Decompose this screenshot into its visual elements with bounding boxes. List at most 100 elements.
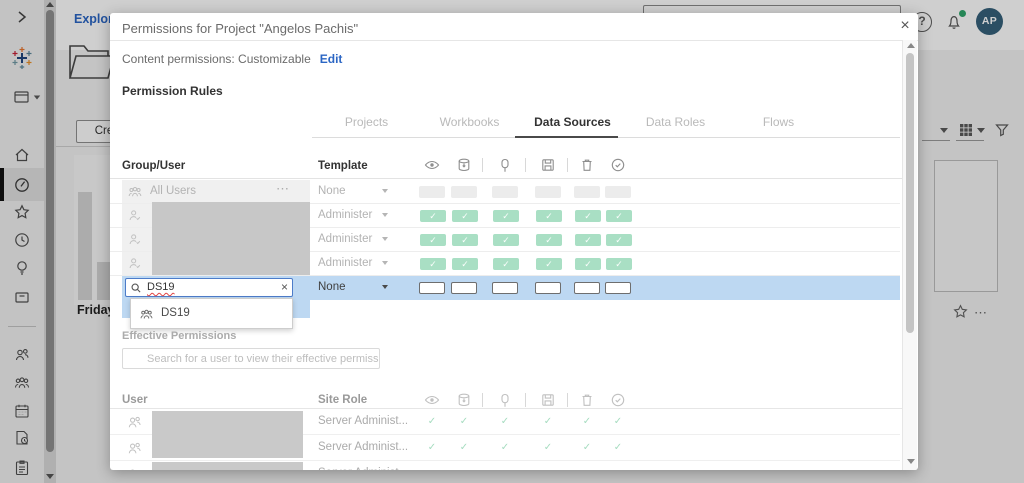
connect-db-icon bbox=[456, 157, 472, 173]
capability-box-allowed[interactable] bbox=[420, 234, 446, 246]
connect-db-icon bbox=[456, 392, 472, 408]
permission-tabs: Projects Workbooks Data Sources Data Rol… bbox=[315, 113, 830, 137]
edit-link[interactable]: Edit bbox=[320, 52, 343, 66]
site-role-value: Server Administ... bbox=[318, 467, 408, 470]
users-icon bbox=[126, 440, 143, 457]
search-input-value: DS19 bbox=[147, 281, 175, 293]
web-edit-icon bbox=[497, 157, 513, 173]
save-icon bbox=[540, 157, 556, 173]
allowed-check-icon bbox=[540, 442, 556, 453]
template-select[interactable]: None bbox=[318, 185, 346, 197]
group-icon bbox=[127, 184, 143, 200]
dropdown-item-ds19[interactable]: DS19 bbox=[161, 307, 190, 319]
allowed-check-icon bbox=[456, 442, 472, 453]
capability-box-allowed[interactable] bbox=[536, 210, 562, 222]
capability-box-allowed[interactable] bbox=[420, 258, 446, 270]
content-permissions-text: Content permissions: Customizable bbox=[122, 52, 311, 66]
users-icon bbox=[126, 414, 143, 431]
dialog-title: Permissions for Project "Angelos Pachis" bbox=[122, 21, 358, 36]
capability-box-allowed[interactable] bbox=[575, 210, 601, 222]
template-select[interactable]: Administer bbox=[318, 209, 372, 221]
capability-box-allowed[interactable] bbox=[452, 258, 478, 270]
capability-box-allowed[interactable] bbox=[606, 258, 632, 270]
capability-box[interactable] bbox=[492, 186, 518, 198]
allowed-check-icon bbox=[497, 416, 513, 427]
capability-box[interactable] bbox=[605, 186, 631, 198]
capability-box[interactable] bbox=[535, 186, 561, 198]
tab-projects[interactable]: Projects bbox=[315, 113, 418, 137]
search-icon bbox=[130, 282, 142, 294]
capability-box-unset[interactable] bbox=[605, 282, 631, 294]
group-name: All Users bbox=[150, 185, 196, 197]
template-select[interactable]: Administer bbox=[318, 233, 372, 245]
capability-box-allowed[interactable] bbox=[536, 234, 562, 246]
allowed-check-icon bbox=[579, 416, 595, 427]
clear-search-icon[interactable]: × bbox=[281, 280, 288, 294]
template-caret-icon[interactable] bbox=[382, 237, 388, 241]
capability-box-allowed[interactable] bbox=[493, 258, 519, 270]
capability-separator bbox=[482, 393, 483, 407]
permission-rules-heading: Permission Rules bbox=[122, 84, 223, 98]
set-permissions-icon bbox=[610, 392, 626, 408]
web-edit-icon bbox=[497, 392, 513, 408]
capability-separator bbox=[567, 393, 568, 407]
capability-box[interactable] bbox=[419, 186, 445, 198]
capability-box-allowed[interactable] bbox=[575, 258, 601, 270]
capability-box-allowed[interactable] bbox=[452, 234, 478, 246]
template-caret-icon[interactable] bbox=[382, 285, 388, 289]
capability-box-allowed[interactable] bbox=[606, 210, 632, 222]
capability-box-allowed[interactable] bbox=[452, 210, 478, 222]
user-check-icon bbox=[127, 232, 143, 248]
redacted-names-block bbox=[152, 202, 310, 275]
close-icon[interactable]: × bbox=[896, 17, 914, 35]
allowed-check-icon bbox=[497, 442, 513, 453]
capability-box-unset[interactable] bbox=[574, 282, 600, 294]
tab-data-sources[interactable]: Data Sources bbox=[521, 113, 624, 137]
template-caret-icon[interactable] bbox=[382, 261, 388, 265]
capability-box-unset[interactable] bbox=[451, 282, 477, 294]
user-check-icon bbox=[127, 208, 143, 224]
capability-box[interactable] bbox=[451, 186, 477, 198]
capability-box-allowed[interactable] bbox=[536, 258, 562, 270]
group-user-search-input[interactable]: DS19 × bbox=[125, 278, 293, 297]
effective-permissions-heading: Effective Permissions bbox=[122, 330, 236, 342]
users-icon bbox=[126, 466, 143, 470]
template-select[interactable]: Administer bbox=[318, 257, 372, 269]
app-window: ? AP bbox=[0, 0, 1024, 483]
tab-workbooks[interactable]: Workbooks bbox=[418, 113, 521, 137]
allowed-check-icon bbox=[610, 416, 626, 427]
redacted-names-block bbox=[152, 411, 303, 458]
user-header: User bbox=[122, 394, 148, 406]
template-select[interactable]: None bbox=[318, 281, 346, 293]
capability-box-allowed[interactable] bbox=[493, 234, 519, 246]
site-role-header: Site Role bbox=[318, 394, 367, 406]
capability-box-unset[interactable] bbox=[535, 282, 561, 294]
site-role-value: Server Administ... bbox=[318, 441, 408, 453]
row-more-menu-icon[interactable]: ⋯ bbox=[276, 181, 290, 197]
template-header: Template bbox=[318, 160, 368, 172]
tab-data-roles[interactable]: Data Roles bbox=[624, 113, 727, 137]
scroll-down-icon[interactable] bbox=[907, 459, 915, 464]
allowed-check-icon bbox=[579, 442, 595, 453]
template-caret-icon[interactable] bbox=[382, 189, 388, 193]
capability-box-allowed[interactable] bbox=[575, 234, 601, 246]
dialog-scrollbar-thumb[interactable] bbox=[906, 53, 914, 333]
capability-box-allowed[interactable] bbox=[420, 210, 446, 222]
delete-icon bbox=[579, 157, 595, 173]
group-user-header: Group/User bbox=[122, 160, 185, 172]
capability-box-unset[interactable] bbox=[419, 282, 445, 294]
table-header-divider bbox=[110, 178, 902, 179]
capability-box-unset[interactable] bbox=[492, 282, 518, 294]
redacted-names-block bbox=[152, 462, 303, 470]
capability-box-allowed[interactable] bbox=[606, 234, 632, 246]
tab-flows[interactable]: Flows bbox=[727, 113, 830, 137]
capability-box[interactable] bbox=[574, 186, 600, 198]
effective-permissions-search-input[interactable] bbox=[122, 348, 380, 369]
allowed-check-icon bbox=[610, 442, 626, 453]
delete-icon bbox=[579, 392, 595, 408]
capability-box-allowed[interactable] bbox=[493, 210, 519, 222]
search-results-dropdown: DS19 bbox=[130, 298, 293, 329]
template-caret-icon[interactable] bbox=[382, 213, 388, 217]
scroll-up-icon[interactable] bbox=[907, 43, 915, 48]
allowed-check-icon bbox=[456, 416, 472, 427]
